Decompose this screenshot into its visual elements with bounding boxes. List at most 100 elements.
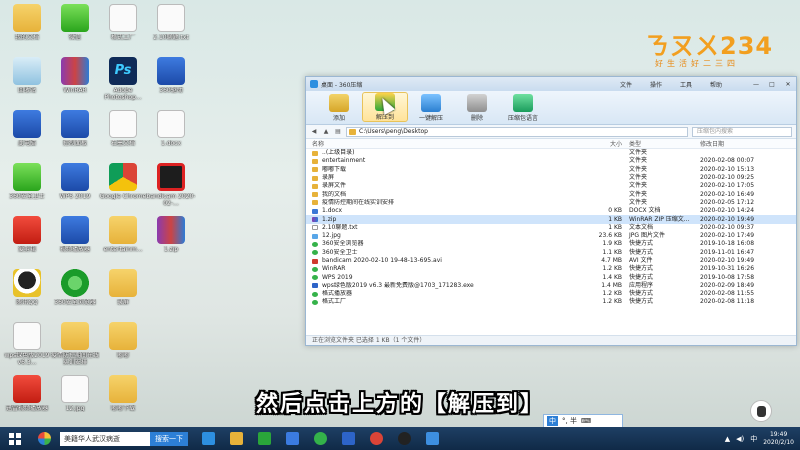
desktop-icon[interactable]: 腾讯QQ (2, 269, 52, 306)
taskbar-baidu-button[interactable] (280, 430, 304, 448)
file-name-cell: 疫情防控期间在线实训安排 (306, 199, 576, 207)
ime-toolbar[interactable]: 中 °, 半 ⌨ (543, 414, 623, 428)
column-name[interactable]: 名称 (306, 139, 576, 148)
desktop-icon-label: 控制面板 (62, 140, 87, 147)
desktop-icon[interactable]: 回收站 (2, 57, 52, 94)
start-button[interactable] (0, 427, 30, 450)
close-icon[interactable]: ✕ (784, 81, 792, 88)
delete-button[interactable]: 删除 (454, 94, 500, 122)
file-row[interactable]: 1.zip 1 KB WinRAR ZIP 压缩文... 2020-02-10 19:… (306, 215, 796, 224)
add-button[interactable]: 添加 (316, 94, 362, 122)
desktop-icon[interactable]: 此电脑 (2, 110, 52, 147)
desktop-icon[interactable]: 视频播放器 (50, 216, 100, 253)
file-row[interactable]: 格式工厂 1.2 KB 快捷方式 2020-02-08 11:18 (306, 298, 796, 306)
desktop-icon[interactable]: 爱剪辑 (2, 216, 52, 253)
column-type[interactable]: 类型 (626, 139, 696, 148)
file-row[interactable]: entertainment 文件夹 2020-02-08 00:07 (306, 157, 796, 165)
clock-date: 2020/2/10 (763, 438, 794, 446)
desktop-icon[interactable]: 嘟嘟 (98, 322, 148, 359)
taskbar-chrome-button[interactable] (364, 430, 388, 448)
taskbar-bandicam-button[interactable] (392, 430, 416, 448)
file-row[interactable]: 360安全浏览器 1.9 KB 快捷方式 2019-10-18 16:08 (306, 240, 796, 248)
taskbar-search-input[interactable]: 美籍华人武汉病逝 (60, 431, 150, 446)
file-date: 2020-02-10 15:13 (700, 165, 755, 173)
taskbar-ie-button[interactable] (196, 430, 220, 448)
file-row[interactable]: 我的文档 文件夹 2020-02-10 16:49 (306, 190, 796, 198)
path-input[interactable]: C:\Users\peng\Desktop (346, 126, 688, 137)
desktop-icon[interactable]: 360安全浏览器 (50, 269, 100, 306)
file-name-cell: entertainment (306, 157, 576, 165)
window-titlebar[interactable]: 桌面 - 360压缩 文件 操作 工具 帮助 — □ ✕ (306, 77, 796, 91)
desktop-icon-label: Google Chrome (99, 193, 147, 200)
app-360-icon (37, 432, 51, 445)
desktop-icon[interactable]: wps绿色版2019 v6.3... (2, 322, 52, 366)
desktop-icon[interactable]: 我的文档 (2, 4, 52, 41)
tray-lang[interactable]: 中 (750, 434, 757, 444)
green-icon (61, 4, 89, 32)
desktop-icon[interactable]: 360驱动 (146, 57, 196, 94)
desktop-icon[interactable]: bandicam 2020-02-... (146, 163, 196, 207)
menu-help[interactable]: 帮助 (710, 80, 722, 89)
menu-operate[interactable]: 操作 (650, 80, 662, 89)
desktop-icon[interactable]: Ps Adobe Photoshop... (98, 57, 148, 101)
file-row[interactable]: wps绿色版2019 v6.3 最新免费版@1703_171283.exe 1.4… (306, 282, 796, 290)
desktop-icon[interactable]: Google Chrome (98, 163, 148, 200)
file-date: 2019-11-01 16:47 (700, 248, 755, 256)
desktop-icon[interactable]: 石墨文档 (98, 110, 148, 147)
file-row[interactable]: 360安全卫士 1.1 KB 快捷方式 2019-11-01 16:47 (306, 249, 796, 257)
desktop-icon[interactable]: WPS 2019 (50, 163, 100, 200)
file-row[interactable]: 12.jpg 23.6 KB JPG 图片文件 2020-02-10 17:49 (306, 232, 796, 240)
back-arrow-icon[interactable]: ◀ (310, 128, 318, 136)
taskbar-search-button[interactable]: 搜索一下 (150, 431, 188, 446)
file-row[interactable]: bandicam 2020-02-10 19-48-13-695.avi 4.7 … (306, 257, 796, 265)
keyboard-icon[interactable]: ⌨ (581, 417, 591, 425)
desktop-icon[interactable]: 1.zip (146, 216, 196, 253)
desktop-icon[interactable]: 360安全卫士 (2, 163, 52, 200)
taskbar-store-button[interactable] (252, 430, 276, 448)
file-row[interactable]: ..(上级目录) 文件夹 (306, 149, 796, 157)
ime-mode[interactable]: 中 (547, 416, 558, 426)
desktop-icon[interactable]: 2.10聊题.txt (146, 4, 196, 41)
taskbar-360zip-button[interactable] (420, 430, 444, 448)
taskbar-explorer-button[interactable] (224, 430, 248, 448)
view-icon[interactable]: ▤ (334, 128, 342, 136)
up-arrow-icon[interactable]: ▲ (322, 128, 330, 136)
file-row[interactable]: 嘟嘟下载 文件夹 2020-02-10 15:13 (306, 166, 796, 174)
desktop-icon[interactable]: entertainm... (98, 216, 148, 253)
file-row[interactable]: 格式播放器 1.2 KB 快捷方式 2020-02-08 11:55 (306, 290, 796, 298)
column-size[interactable]: 大小 (576, 139, 626, 148)
file-type: AVI 文件 (629, 257, 653, 264)
menu-file[interactable]: 文件 (620, 80, 632, 89)
maximize-icon[interactable]: □ (768, 81, 776, 88)
column-date[interactable]: 修改日期 (696, 139, 796, 148)
menu-tools[interactable]: 工具 (680, 80, 692, 89)
file-row[interactable]: 录屏 文件夹 2020-02-10 09:25 (306, 174, 796, 182)
desktop-icon[interactable]: 疫情防控期间在线实训安排 (50, 322, 100, 366)
desktop-icon[interactable]: 微信 (50, 4, 100, 41)
desktop-icon[interactable]: 控制面板 (50, 110, 100, 147)
archive-language-button[interactable]: 压缩包语言 (500, 94, 546, 122)
speaker-icon[interactable]: ◀) (736, 435, 744, 443)
taskbar-360-icon[interactable] (32, 430, 56, 448)
clock[interactable]: 19:49 2020/2/10 (763, 431, 794, 447)
ime-symbols[interactable]: °, 半 (562, 416, 577, 426)
file-row[interactable]: 1.docx 0 KB DOCX 文档 2020-02-10 14:24 (306, 207, 796, 215)
archive-search-input[interactable]: 压缩包内搜索 (692, 126, 792, 137)
file-row[interactable]: WPS 2019 1.4 KB 快捷方式 2019-10-08 17:58 (306, 273, 796, 281)
file-row[interactable]: 疫情防控期间在线实训安排 文件夹 2020-02-05 17:12 (306, 199, 796, 207)
desktop-icon[interactable]: WinRAR (50, 57, 100, 94)
desktop-icon[interactable]: 录屏 (98, 269, 148, 306)
minimize-icon[interactable]: — (752, 81, 760, 88)
file-row[interactable]: 录屏文件 文件夹 2020-02-10 17:05 (306, 182, 796, 190)
tray-up-icon[interactable]: ▲ (725, 435, 730, 443)
file-row[interactable]: WinRAR 1.2 KB 快捷方式 2019-10-31 16:26 (306, 265, 796, 273)
taskbar-wps-button[interactable] (336, 430, 360, 448)
assistant-icon[interactable] (750, 400, 772, 422)
file-row[interactable]: 2.10聊题.txt 1 KB 文本文档 2020-02-10 09:37 (306, 224, 796, 232)
desktop-icon[interactable]: 格式工厂 (98, 4, 148, 41)
desktop-icon[interactable]: 1.docx (146, 110, 196, 147)
folder-icon (109, 269, 137, 297)
taskbar-360browser-button[interactable] (308, 430, 332, 448)
white-icon (157, 110, 185, 138)
one-click-extract-button[interactable]: 一键解压 (408, 94, 454, 122)
